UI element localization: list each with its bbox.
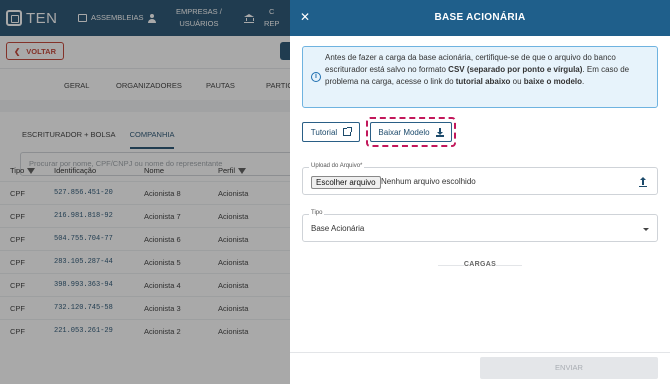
tipo-field-label: Tipo: [309, 210, 325, 216]
cargas-section-title: CARGAS: [463, 261, 497, 268]
drawer-title: BASE ACIONÁRIA: [434, 12, 526, 23]
modal-backdrop[interactable]: [0, 0, 290, 384]
info-text-part: .: [582, 77, 585, 86]
info-text: Antes de fazer a carga da base acionária…: [325, 52, 653, 88]
upload-file-field: Upload do Arquivo* Escolher arquivo Nenh…: [302, 163, 658, 195]
tipo-selected-value: Base Acionária: [311, 224, 365, 233]
tutorial-button-label: Tutorial: [310, 127, 338, 137]
footer-divider: [290, 352, 670, 353]
chevron-down-icon: [643, 228, 649, 231]
info-text-bold: tutorial abaixo: [455, 77, 511, 86]
drawer-header: ✕ BASE ACIONÁRIA: [290, 0, 670, 36]
tutorial-button[interactable]: Tutorial: [302, 122, 360, 142]
external-link-icon: [343, 127, 353, 136]
download-button-label: Baixar Modelo: [378, 127, 430, 137]
submit-button[interactable]: ENVIAR: [480, 357, 658, 379]
choose-file-button[interactable]: Escolher arquivo: [311, 176, 381, 189]
info-text-part: ou: [510, 77, 524, 86]
tipo-select[interactable]: Tipo Base Acionária: [302, 210, 658, 242]
divider: [496, 265, 522, 266]
info-text-bold: baixe o modelo: [523, 77, 583, 86]
base-acionaria-drawer: ✕ BASE ACIONÁRIA i Antes de fazer a carg…: [290, 0, 670, 384]
upload-icon[interactable]: [639, 177, 647, 187]
upload-field-label: Upload do Arquivo*: [309, 163, 365, 169]
file-status-text: Nenhum arquivo escolhido: [381, 177, 476, 186]
info-text-bold: CSV (separado por ponto e vírgula): [448, 65, 583, 74]
download-icon: [435, 127, 444, 137]
info-icon: i: [311, 72, 321, 82]
info-alert: i Antes de fazer a carga da base acionár…: [302, 46, 658, 108]
download-template-button[interactable]: Baixar Modelo: [370, 122, 452, 142]
